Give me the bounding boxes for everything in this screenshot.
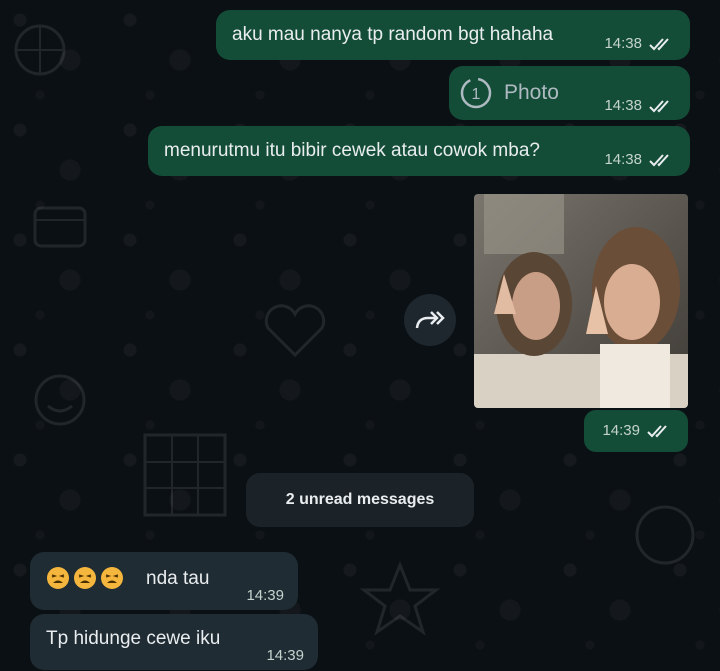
doodle-globe-icon bbox=[14, 24, 66, 76]
message-time: 14:39 bbox=[602, 422, 640, 439]
message-meta: 14:38 bbox=[604, 35, 676, 52]
doodle-circle-icon bbox=[635, 505, 695, 565]
doodle-calendar-icon bbox=[33, 206, 87, 248]
outgoing-message[interactable]: menurutmu itu bibir cewek atau cowok mba… bbox=[148, 126, 690, 176]
message-time: 14:38 bbox=[604, 97, 642, 114]
photo-label: Photo bbox=[504, 81, 559, 104]
doodle-heart-icon bbox=[264, 304, 326, 358]
message-time: 14:38 bbox=[604, 151, 642, 168]
image-attachment[interactable] bbox=[474, 194, 688, 408]
outgoing-message[interactable]: aku mau nanya tp random bgt hahaha 14:38 bbox=[216, 10, 690, 60]
forward-icon bbox=[415, 311, 445, 329]
svg-text:1: 1 bbox=[472, 86, 481, 103]
view-once-photo-message[interactable]: 1 Photo 14:38 bbox=[449, 66, 690, 120]
doodle-smiley-icon bbox=[34, 374, 86, 426]
incoming-message[interactable]: Tp hidunge cewe iku 14:39 bbox=[30, 614, 318, 670]
message-text: Tp hidunge cewe iku bbox=[46, 628, 221, 649]
forward-button[interactable] bbox=[404, 294, 456, 346]
message-text: menurutmu itu bibir cewek atau cowok mba… bbox=[164, 140, 540, 161]
message-time: 14:38 bbox=[604, 35, 642, 52]
tired-face-icon bbox=[101, 567, 123, 589]
message-meta: 14:38 bbox=[604, 151, 676, 168]
message-text: aku mau nanya tp random bgt hahaha bbox=[232, 24, 554, 45]
incoming-message[interactable]: nda tau 14:39 bbox=[30, 552, 298, 610]
double-check-icon bbox=[649, 153, 669, 166]
emoji-group bbox=[46, 566, 127, 590]
message-time: 14:39 bbox=[266, 647, 304, 664]
message-text: nda tau bbox=[146, 568, 210, 589]
double-check-icon bbox=[649, 37, 669, 50]
unread-messages-banner: 2 unread messages bbox=[246, 473, 474, 527]
image-time-bubble: 14:39 bbox=[584, 410, 688, 452]
double-check-icon bbox=[649, 99, 669, 112]
photo-thumbnail bbox=[474, 194, 688, 408]
tired-face-icon bbox=[47, 567, 69, 589]
message-meta: 14:39 bbox=[602, 422, 674, 439]
message-time: 14:39 bbox=[246, 587, 284, 604]
doodle-star-icon bbox=[360, 560, 440, 636]
message-meta: 14:38 bbox=[604, 97, 676, 114]
message-meta: 14:39 bbox=[246, 587, 284, 604]
tired-face-icon bbox=[74, 567, 96, 589]
doodle-grid-icon bbox=[143, 433, 227, 517]
message-meta: 14:39 bbox=[266, 647, 304, 664]
double-check-icon bbox=[647, 424, 667, 437]
view-once-icon: 1 bbox=[460, 77, 492, 109]
